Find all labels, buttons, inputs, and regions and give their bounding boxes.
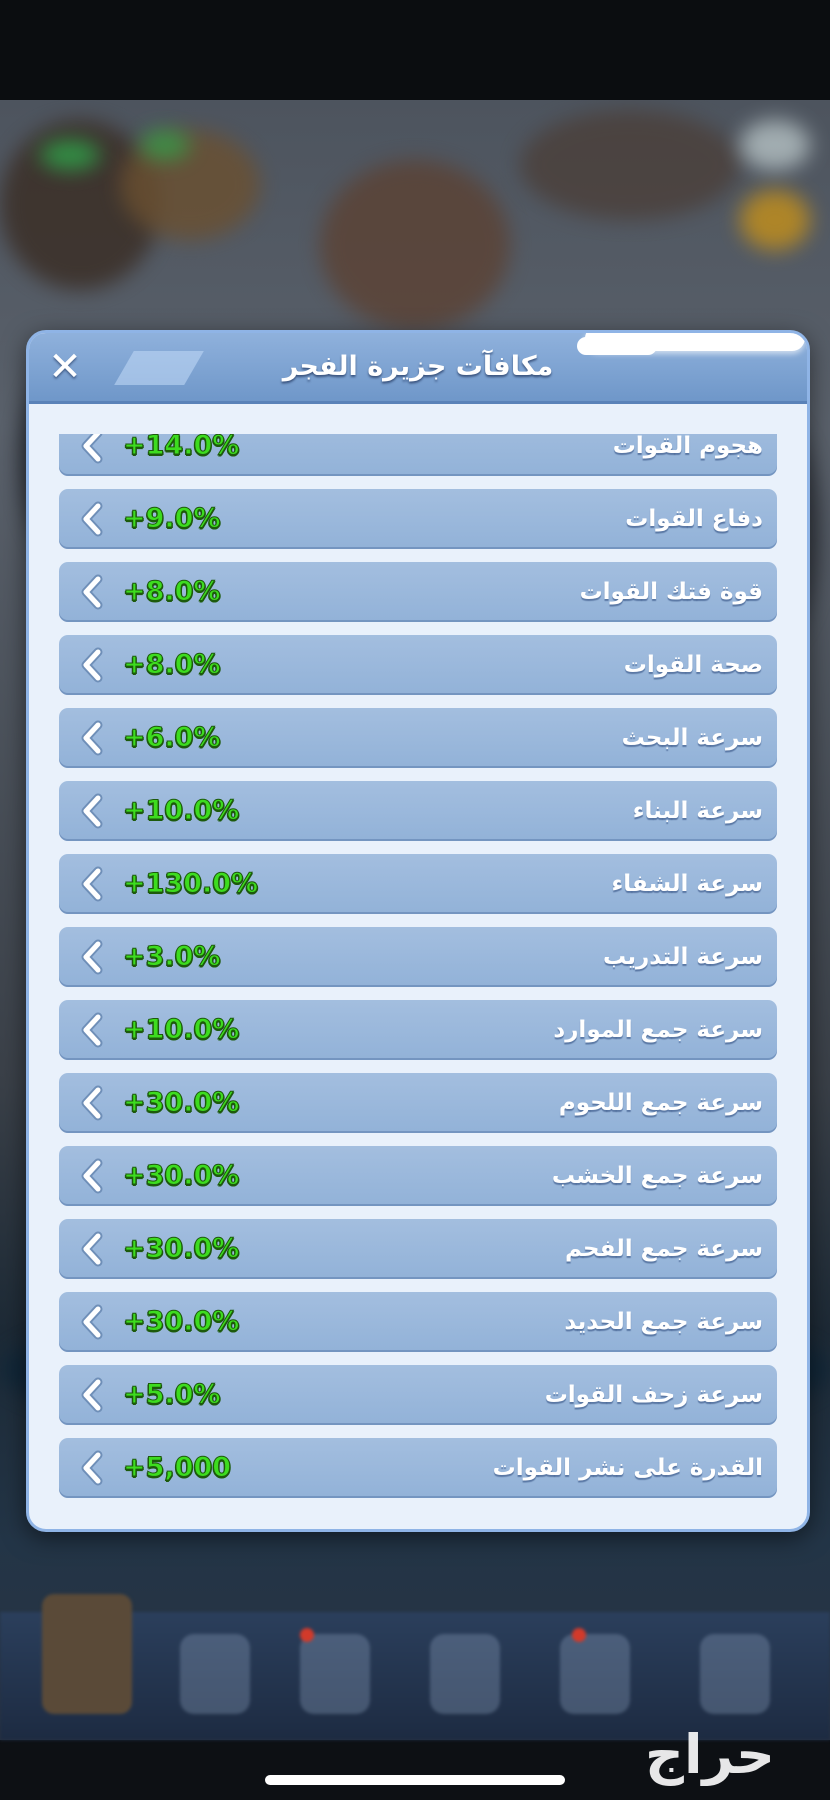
bonus-value: +30.0%	[122, 1087, 240, 1119]
bonus-row[interactable]: +3.0% سرعة التدريب	[59, 927, 777, 987]
chevron-left-icon	[75, 1450, 111, 1486]
bonus-label: سرعة جمع الخشب	[551, 1163, 763, 1189]
notification-dot	[572, 1628, 586, 1642]
bonus-dialog: مكافآت جزيرة الفجر ✕ +14.0% هجوم القوات +9…	[26, 330, 810, 1532]
chevron-left-icon	[75, 1231, 111, 1267]
bonus-value: +30.0%	[122, 1306, 240, 1338]
bonus-row[interactable]: +30.0% سرعة جمع الحديد	[59, 1292, 777, 1352]
globe-icon[interactable]	[560, 1634, 630, 1714]
bonus-value: +10.0%	[122, 795, 240, 827]
bonus-label: سرعة البناء	[632, 798, 763, 824]
bonus-value: +30.0%	[122, 1160, 240, 1192]
bonus-label: سرعة جمع الموارد	[553, 1017, 763, 1043]
status-bar	[0, 0, 830, 100]
bonus-value: +5,000	[122, 1452, 232, 1484]
bonus-row[interactable]: +10.0% سرعة البناء	[59, 781, 777, 841]
hero-avatar[interactable]	[42, 1594, 132, 1714]
close-button[interactable]: ✕	[43, 345, 87, 389]
bonus-label: القدرة على نشر القوات	[492, 1455, 763, 1481]
swords-icon[interactable]	[700, 1634, 770, 1714]
bonus-label: سرعة التدريب	[602, 944, 763, 970]
bonus-row[interactable]: +14.0% هجوم القوات	[59, 434, 777, 476]
bonus-value: +9.0%	[123, 503, 222, 535]
dialog-header: مكافآت جزيرة الفجر ✕	[29, 333, 807, 404]
bonus-row[interactable]: +130.0% سرعة الشفاء	[59, 854, 777, 914]
bonus-list-viewport[interactable]: +14.0% هجوم القوات +9.0% دفاع القوات +8.0% قو…	[29, 434, 807, 1524]
chevron-left-icon	[75, 647, 111, 683]
bonus-value: +14.0%	[122, 434, 240, 462]
bonus-row[interactable]: +6.0% سرعة البحث	[59, 708, 777, 768]
bonus-row[interactable]: +5,000 القدرة على نشر القوات	[59, 1438, 777, 1498]
bonus-row[interactable]: +30.0% سرعة جمع اللحوم	[59, 1073, 777, 1133]
chevron-left-icon	[75, 501, 111, 537]
bonus-label: سرعة جمع اللحوم	[558, 1090, 763, 1116]
chevron-left-icon	[75, 720, 111, 756]
chevron-left-icon	[75, 1158, 111, 1194]
close-icon: ✕	[48, 344, 82, 390]
bg-flag	[40, 140, 100, 170]
chevron-left-icon	[75, 1304, 111, 1340]
bonus-label: دفاع القوات	[625, 506, 763, 532]
chevron-left-icon	[75, 1377, 111, 1413]
bonus-value: +3.0%	[123, 941, 222, 973]
chevron-left-icon	[75, 1012, 111, 1048]
bg-flag	[140, 130, 190, 160]
bonus-label: صحة القوات	[623, 652, 763, 678]
shield-icon[interactable]	[180, 1634, 250, 1714]
alliance-icon[interactable]	[430, 1634, 500, 1714]
bonus-row[interactable]: +9.0% دفاع القوات	[59, 489, 777, 549]
bonus-row[interactable]: +8.0% صحة القوات	[59, 635, 777, 695]
bonus-label: هجوم القوات	[612, 434, 763, 459]
bonus-label: سرعة زحف القوات	[544, 1382, 763, 1408]
chevron-left-icon	[75, 1085, 111, 1121]
bonus-value: +8.0%	[123, 649, 222, 681]
bonus-row[interactable]: +30.0% سرعة جمع الخشب	[59, 1146, 777, 1206]
watermark-logo: حراج	[645, 1723, 775, 1786]
bonus-label: سرعة جمع الحديد	[564, 1309, 763, 1335]
bonus-row[interactable]: +10.0% سرعة جمع الموارد	[59, 1000, 777, 1060]
bonus-label: سرعة البحث	[621, 725, 763, 751]
bottom-navigation	[0, 1594, 830, 1740]
chevron-left-icon	[75, 793, 111, 829]
chevron-left-icon	[75, 434, 111, 464]
bonus-label: سرعة جمع الفحم	[565, 1236, 763, 1262]
bonus-value: +10.0%	[122, 1014, 240, 1046]
bonus-row[interactable]: +5.0% سرعة زحف القوات	[59, 1365, 777, 1425]
scroll-icon[interactable]	[300, 1634, 370, 1714]
bg-building	[320, 160, 510, 330]
bonus-row[interactable]: +8.0% قوة فتك القوات	[59, 562, 777, 622]
bonus-label: سرعة الشفاء	[611, 871, 763, 897]
dialog-title: مكافآت جزيرة الفجر	[282, 351, 554, 382]
bonus-label: قوة فتك القوات	[579, 579, 763, 605]
bonus-value: +30.0%	[122, 1233, 240, 1265]
bonus-value: +6.0%	[123, 722, 222, 754]
home-indicator[interactable]	[265, 1775, 565, 1785]
bonus-value: +8.0%	[123, 576, 222, 608]
notification-dot	[300, 1628, 314, 1642]
chevron-left-icon	[75, 866, 111, 902]
bonus-row[interactable]: +30.0% سرعة جمع الفحم	[59, 1219, 777, 1279]
bonus-value: +130.0%	[122, 868, 259, 900]
chevron-left-icon	[75, 939, 111, 975]
bg-coin	[740, 190, 810, 250]
bg-building	[520, 110, 740, 220]
bonus-value: +5.0%	[123, 1379, 222, 1411]
bg-snow	[740, 120, 810, 170]
chevron-left-icon	[75, 574, 111, 610]
